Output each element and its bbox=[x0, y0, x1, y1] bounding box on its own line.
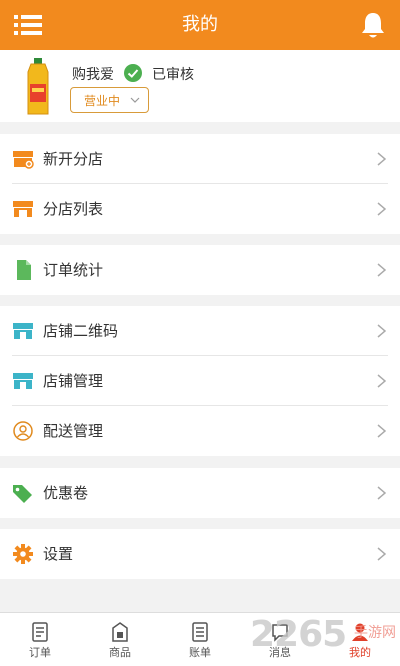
menu-item-label: 店铺二维码 bbox=[43, 322, 119, 340]
menu-item-label: 配送管理 bbox=[43, 422, 104, 440]
chevron-right-icon bbox=[377, 202, 386, 216]
tab-label: 商品 bbox=[109, 646, 131, 659]
goods-icon bbox=[112, 622, 128, 642]
check-icon bbox=[124, 64, 142, 82]
menu-item-label: 分店列表 bbox=[43, 200, 104, 218]
menu-item-branch-list[interactable]: 分店列表 bbox=[0, 184, 400, 234]
watermark-digits: 2265 bbox=[250, 614, 347, 655]
page-title: 我的 bbox=[182, 14, 218, 35]
chevron-right-icon bbox=[377, 374, 386, 388]
new-branch-store-icon bbox=[13, 151, 34, 169]
tab-bill[interactable]: 账单 bbox=[160, 613, 240, 666]
menu-group-branches: 新开分店 分店列表 bbox=[0, 134, 400, 234]
tab-label: 账单 bbox=[189, 646, 211, 659]
tag-icon bbox=[13, 485, 32, 503]
bell-icon[interactable] bbox=[360, 11, 386, 39]
chevron-right-icon bbox=[377, 263, 386, 277]
tab-label: 订单 bbox=[29, 646, 51, 659]
menu-group-orders: 订单统计 bbox=[0, 245, 400, 295]
chevron-right-icon bbox=[377, 324, 386, 338]
menu-item-coupons[interactable]: 优惠卷 bbox=[0, 468, 400, 518]
menu-item-store-qr[interactable]: 店铺二维码 bbox=[0, 306, 400, 356]
tab-orders[interactable]: 订单 bbox=[0, 613, 80, 666]
order-icon bbox=[32, 622, 48, 642]
menu-item-label: 设置 bbox=[43, 545, 74, 563]
gear-icon bbox=[13, 544, 33, 564]
menu-group-coupons: 优惠卷 bbox=[0, 468, 400, 518]
business-status-select[interactable]: 营业中 bbox=[70, 87, 149, 113]
menu-item-settings[interactable]: 设置 bbox=[0, 529, 400, 579]
bill-icon bbox=[192, 622, 208, 642]
menu-item-store-manage[interactable]: 店铺管理 bbox=[0, 356, 400, 406]
store-manage-icon bbox=[13, 373, 33, 389]
top-bar: 我的 bbox=[0, 0, 400, 50]
menu-item-new-branch[interactable]: 新开分店 bbox=[0, 134, 400, 184]
menu-item-label: 新开分店 bbox=[43, 150, 104, 168]
store-name: 购我爱 bbox=[72, 67, 114, 83]
tab-goods[interactable]: 商品 bbox=[80, 613, 160, 666]
product-image bbox=[27, 58, 49, 115]
chevron-right-icon bbox=[377, 424, 386, 438]
menu-group-settings: 设置 bbox=[0, 529, 400, 579]
menu-item-label: 优惠卷 bbox=[43, 484, 89, 502]
menu-item-label: 店铺管理 bbox=[43, 372, 104, 390]
store-profile: 购我爱 已审核 营业中 bbox=[0, 50, 400, 122]
watermark: 2265 手游网 bbox=[250, 614, 400, 662]
menu-group-store: 店铺二维码 店铺管理 配送管理 bbox=[0, 306, 400, 456]
menu-item-label: 订单统计 bbox=[43, 261, 104, 279]
delivery-person-icon bbox=[13, 421, 33, 441]
store-qr-icon bbox=[13, 323, 33, 339]
chevron-down-icon bbox=[130, 97, 140, 103]
chevron-right-icon bbox=[377, 486, 386, 500]
menu-item-delivery-manage[interactable]: 配送管理 bbox=[0, 406, 400, 456]
chevron-right-icon bbox=[377, 152, 386, 166]
menu-item-order-stats[interactable]: 订单统计 bbox=[0, 245, 400, 295]
status-value: 营业中 bbox=[84, 94, 121, 108]
verified-status: 已审核 bbox=[152, 67, 194, 83]
watermark-text: 手游网 bbox=[354, 625, 396, 641]
document-icon bbox=[17, 260, 31, 280]
branch-list-store-icon bbox=[13, 201, 33, 217]
chevron-right-icon bbox=[377, 547, 386, 561]
